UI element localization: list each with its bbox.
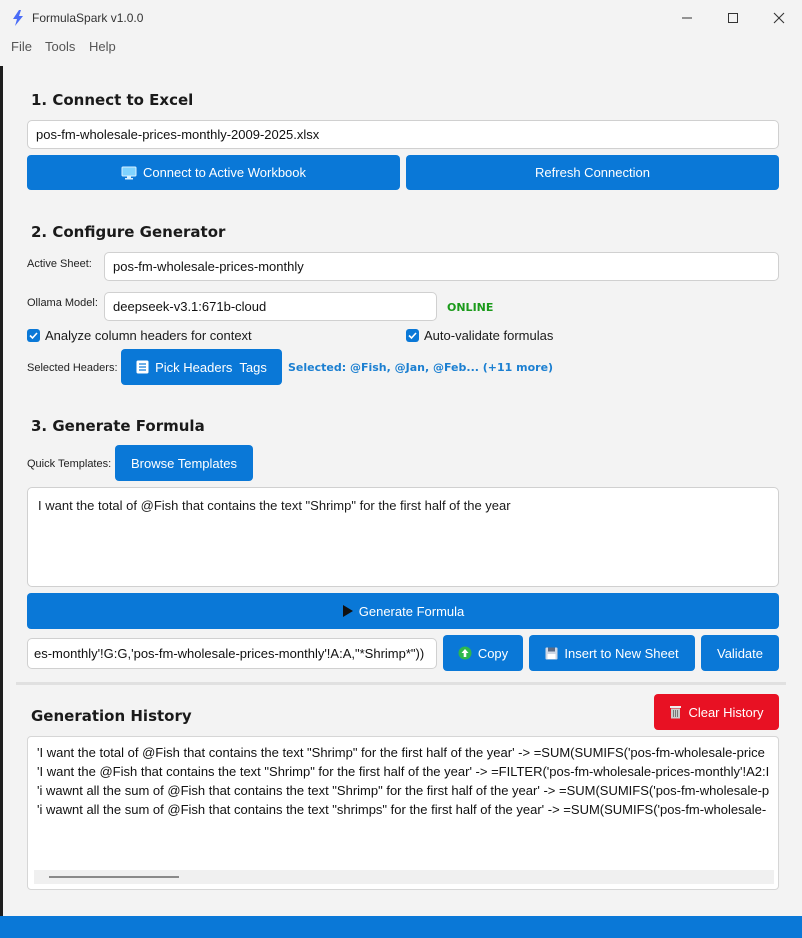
browse-templates-button[interactable]: Browse Templates — [115, 445, 253, 481]
maximize-button[interactable] — [710, 0, 756, 36]
active-sheet-label: Active Sheet: — [27, 258, 92, 270]
close-icon — [773, 12, 785, 24]
title-bar: FormulaSpark v1.0.0 — [0, 0, 802, 36]
history-entry[interactable]: 'i wawnt all the sum of @Fish that conta… — [37, 781, 772, 800]
active-sheet-field[interactable]: pos-fm-wholesale-prices-monthly — [104, 252, 779, 281]
menu-help[interactable]: Help — [89, 39, 116, 54]
status-bar — [0, 916, 802, 938]
section-configure-heading: 2. Configure Generator — [31, 223, 226, 241]
history-heading: Generation History — [31, 707, 192, 725]
ollama-model-label: Ollama Model: — [27, 297, 98, 309]
refresh-connection-button[interactable]: Refresh Connection — [406, 155, 779, 190]
generate-formula-label: Generate Formula — [358, 603, 465, 619]
menu-bar: File Tools Help — [0, 36, 802, 58]
clear-history-button[interactable]: Clear History — [654, 694, 779, 730]
validate-button[interactable]: Validate — [701, 635, 779, 671]
copy-label: Copy — [477, 645, 509, 661]
generate-formula-button[interactable]: Generate Formula — [27, 593, 779, 629]
menu-tools[interactable]: Tools — [45, 39, 75, 54]
analyze-headers-checkbox[interactable] — [27, 329, 40, 342]
minimize-icon — [682, 17, 692, 19]
history-entries: 'I want the total of @Fish that contains… — [37, 743, 772, 819]
history-entry[interactable]: 'i wawnt all the sum of @Fish that conta… — [37, 800, 772, 819]
checkmark-icon — [29, 332, 38, 340]
app-window: FormulaSpark v1.0.0 File Tools Help 1. C… — [0, 0, 802, 938]
menu-file[interactable]: File — [11, 39, 32, 54]
floppy-icon — [545, 647, 558, 659]
auto-validate-label: Auto-validate formulas — [424, 328, 554, 343]
prompt-textarea[interactable]: I want the total of @Fish that contains … — [27, 487, 779, 587]
formula-output-field[interactable]: es-monthly'!G:G,'pos-fm-wholesale-prices… — [27, 638, 437, 669]
history-entry[interactable]: 'I want the total of @Fish that contains… — [37, 743, 772, 762]
insert-new-sheet-label: Insert to New Sheet — [564, 645, 679, 661]
list-icon — [136, 360, 149, 374]
window-edge — [0, 66, 3, 916]
ollama-model-field[interactable]: deepseek-v3.1:671b-cloud — [104, 292, 437, 321]
minimize-button[interactable] — [664, 0, 710, 36]
analyze-headers-label: Analyze column headers for context — [45, 328, 252, 343]
workbook-field[interactable]: pos-fm-wholesale-prices-monthly-2009-202… — [27, 120, 779, 149]
history-entry[interactable]: 'I want the @Fish that contains the text… — [37, 762, 772, 781]
section-divider — [16, 682, 786, 685]
checkmark-icon — [408, 332, 417, 340]
history-scrollbar-track[interactable] — [34, 870, 774, 884]
play-icon — [342, 605, 353, 617]
auto-validate-checkbox[interactable] — [406, 329, 419, 342]
selected-headers-summary[interactable]: Selected: @Fish, @Jan, @Feb... (+11 more… — [288, 361, 553, 374]
model-status-badge: ONLINE — [447, 301, 494, 314]
up-arrow-circle-icon — [458, 646, 472, 660]
insert-new-sheet-button[interactable]: Insert to New Sheet — [529, 635, 695, 671]
history-scrollbar-thumb[interactable] — [49, 876, 179, 878]
connect-workbook-button[interactable]: Connect to Active Workbook — [27, 155, 400, 190]
monitor-icon — [121, 166, 137, 179]
close-button[interactable] — [756, 0, 802, 36]
lightning-icon — [13, 10, 23, 26]
window-title: FormulaSpark v1.0.0 — [32, 11, 144, 25]
section-connect-heading: 1. Connect to Excel — [31, 91, 194, 109]
history-list[interactable]: 'I want the total of @Fish that contains… — [27, 736, 779, 890]
quick-templates-label: Quick Templates: — [27, 458, 112, 470]
pick-headers-button[interactable]: Pick Headers Tags — [121, 349, 282, 385]
selected-headers-label: Selected Headers: — [27, 362, 118, 374]
pick-headers-label: Pick Headers Tags — [155, 359, 267, 375]
trash-icon — [670, 706, 682, 719]
maximize-icon — [728, 13, 738, 23]
clear-history-label: Clear History — [688, 704, 764, 720]
section-generate-heading: 3. Generate Formula — [31, 417, 205, 435]
copy-button[interactable]: Copy — [443, 635, 523, 671]
prompt-text: I want the total of @Fish that contains … — [38, 498, 511, 513]
connect-workbook-label: Connect to Active Workbook — [142, 165, 307, 180]
